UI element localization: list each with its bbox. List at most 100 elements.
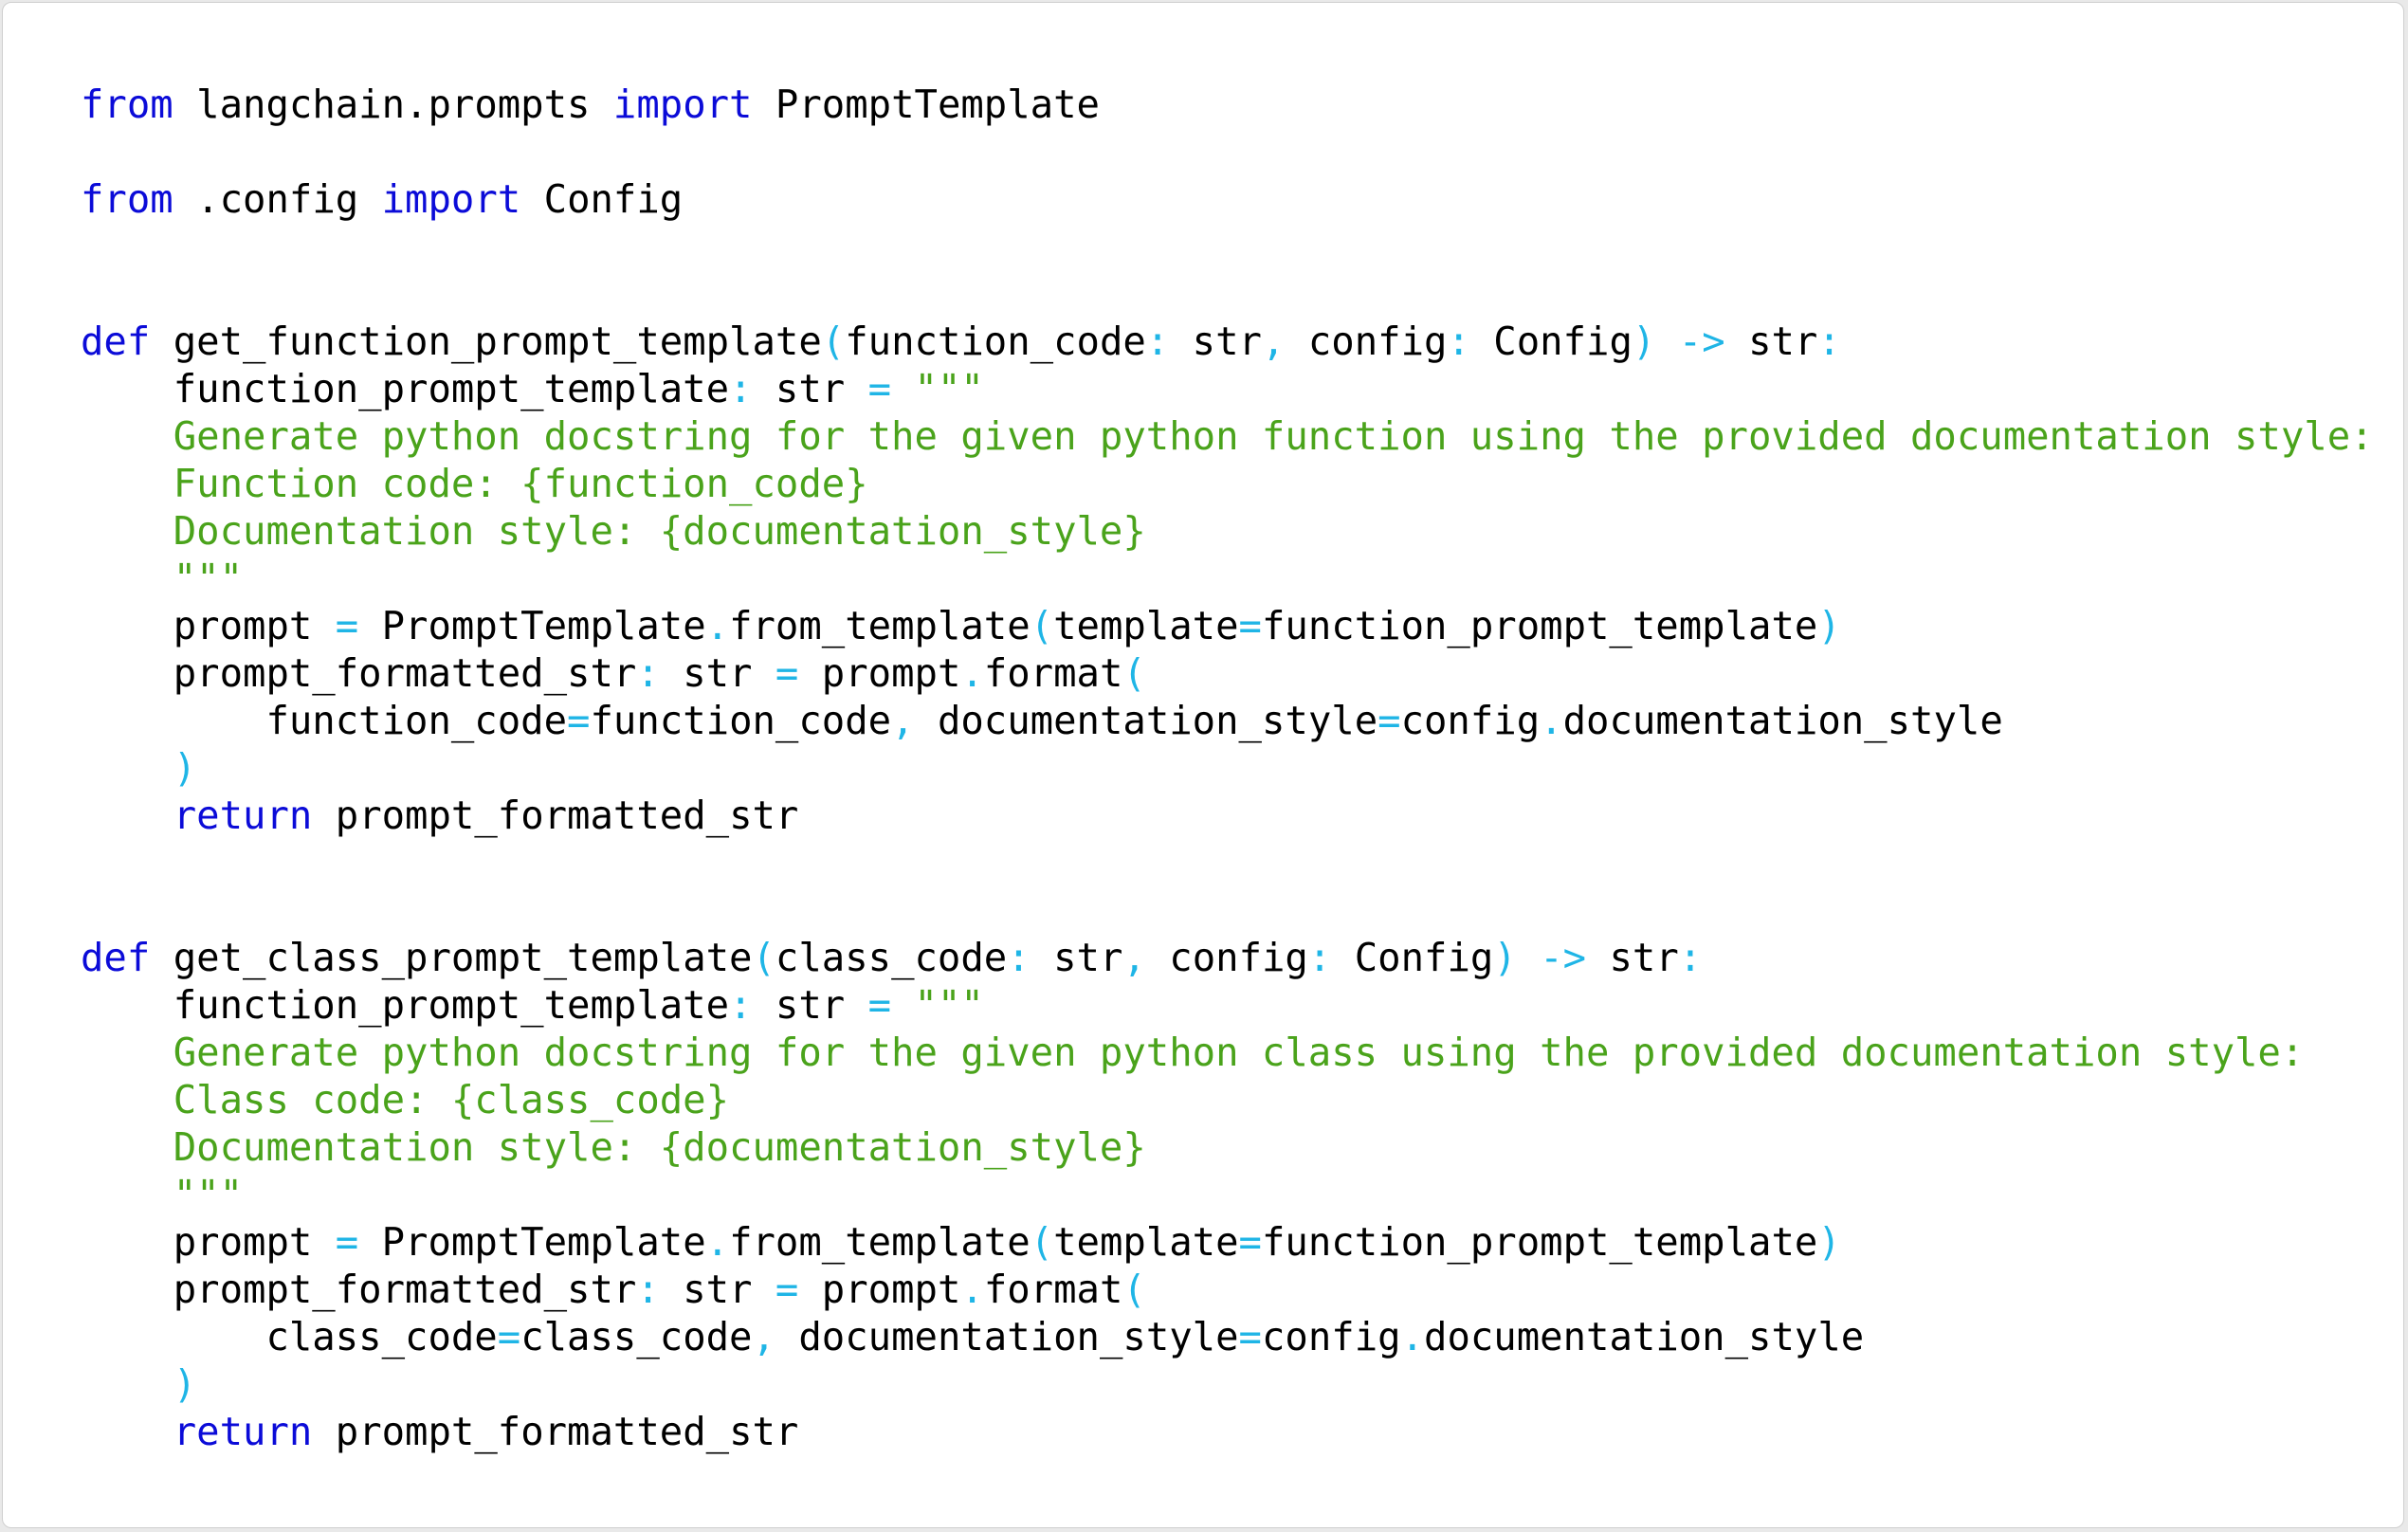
identifier-token: config xyxy=(1285,319,1448,364)
operator-token: , xyxy=(1261,319,1286,364)
code-line: Documentation style: {documentation_styl… xyxy=(81,1123,2374,1171)
string-token: Function code: {function_code} xyxy=(81,461,868,506)
identifier-token xyxy=(81,1409,173,1454)
identifier-token: langchain.prompts xyxy=(173,82,613,127)
code-line: def get_function_prompt_template(functio… xyxy=(81,318,2374,365)
identifier-token: prompt xyxy=(81,603,336,648)
keyword-token: import xyxy=(612,82,753,127)
operator-token: : xyxy=(636,650,660,696)
string-token: Documentation style: {documentation_styl… xyxy=(81,508,1146,554)
string-token: Documentation style: {documentation_styl… xyxy=(81,1124,1146,1170)
string-token: """ xyxy=(81,1172,244,1217)
code-line: Function code: {function_code} xyxy=(81,460,2374,507)
code-line: prompt = PromptTemplate.from_template(te… xyxy=(81,1218,2374,1266)
identifier-token: PromptTemplate xyxy=(752,82,1100,127)
operator-token: = xyxy=(867,366,892,411)
code-line: def get_class_prompt_template(class_code… xyxy=(81,934,2374,981)
operator-token: = xyxy=(1238,1314,1262,1359)
identifier-token: prompt xyxy=(798,1267,961,1312)
operator-token: ) xyxy=(1817,1219,1841,1265)
operator-token: = xyxy=(1377,698,1401,743)
operator-token: = xyxy=(775,650,799,696)
operator-token: , xyxy=(752,1314,775,1359)
operator-token: , xyxy=(891,698,915,743)
operator-token: : xyxy=(1145,319,1170,364)
operator-token: ) xyxy=(1632,319,1656,364)
string-token: Generate python docstring for the given … xyxy=(81,1030,2305,1075)
operator-token: : xyxy=(1007,935,1031,980)
identifier-token: function_prompt_template xyxy=(1261,603,1818,648)
operator-token: . xyxy=(705,603,730,648)
identifier-token: config xyxy=(1145,935,1308,980)
identifier-token: function_code xyxy=(845,319,1146,364)
code-line: ) xyxy=(81,1360,2374,1408)
operator-token: : xyxy=(729,366,753,411)
operator-token: ( xyxy=(821,319,846,364)
code-line: Documentation style: {documentation_styl… xyxy=(81,507,2374,555)
identifier-token: get_class_prompt_template xyxy=(150,935,753,980)
operator-token: ) xyxy=(1493,935,1517,980)
operator-token: = xyxy=(335,603,359,648)
operator-token: : xyxy=(1307,935,1332,980)
code-line: function_prompt_template: str = """ xyxy=(81,365,2374,412)
identifier-token: documentation_style xyxy=(775,1314,1239,1359)
identifier-token: str xyxy=(1030,935,1123,980)
identifier-token: documentation_style xyxy=(1562,698,2003,743)
identifier-token: str xyxy=(752,982,868,1028)
identifier-token: PromptTemplate xyxy=(358,1219,706,1265)
identifier-token: get_function_prompt_template xyxy=(150,319,822,364)
identifier-token: Config xyxy=(1331,935,1494,980)
string-token: Class code: {class_code} xyxy=(81,1077,730,1122)
operator-token: = xyxy=(867,982,892,1028)
identifier-token xyxy=(891,982,914,1028)
code-line: from langchain.prompts import PromptTemp… xyxy=(81,81,2374,128)
code-line: prompt_formatted_str: str = prompt.forma… xyxy=(81,1266,2374,1313)
identifier-token: prompt xyxy=(81,1219,336,1265)
operator-token: ( xyxy=(1030,603,1054,648)
operator-token: : xyxy=(1447,319,1470,364)
operator-token: : xyxy=(636,1267,660,1312)
keyword-token: return xyxy=(173,793,313,838)
identifier-token xyxy=(891,366,914,411)
identifier-token: prompt_formatted_str xyxy=(312,793,799,838)
string-token: """ xyxy=(914,982,984,1028)
operator-token: . xyxy=(960,650,984,696)
identifier-token xyxy=(1517,935,1540,980)
code-line: from .config import Config xyxy=(81,175,2374,223)
identifier-token: PromptTemplate xyxy=(358,603,706,648)
identifier-token: config xyxy=(1261,1314,1401,1359)
identifier-token xyxy=(81,793,173,838)
operator-token: ) xyxy=(81,745,197,791)
identifier-token: class_code xyxy=(520,1314,753,1359)
code-line: return prompt_formatted_str xyxy=(81,1408,2374,1455)
operator-token: : xyxy=(729,982,753,1028)
identifier-token: function_prompt_template xyxy=(81,366,730,411)
identifier-token: template xyxy=(1053,1219,1239,1265)
identifier-token: function_code xyxy=(590,698,892,743)
operator-token: . xyxy=(705,1219,730,1265)
code-line: prompt_formatted_str: str = prompt.forma… xyxy=(81,649,2374,697)
operator-token: = xyxy=(567,698,591,743)
code-snippet-card: from langchain.prompts import PromptTemp… xyxy=(2,2,2404,1528)
code-line: function_code=function_code, documentati… xyxy=(81,697,2374,744)
identifier-token: documentation_style xyxy=(1424,1314,1865,1359)
code-line: Generate python docstring for the given … xyxy=(81,1029,2374,1076)
string-token: """ xyxy=(81,556,244,601)
operator-token: = xyxy=(1238,603,1262,648)
keyword-token: import xyxy=(381,176,521,222)
identifier-token: str xyxy=(659,1267,775,1312)
identifier-token xyxy=(1655,319,1678,364)
operator-token: : xyxy=(1817,319,1841,364)
identifier-token: function_prompt_template xyxy=(1261,1219,1818,1265)
code-line: class_code=class_code, documentation_sty… xyxy=(81,1313,2374,1360)
operator-token: = xyxy=(497,1314,521,1359)
operator-token: . xyxy=(1540,698,1563,743)
operator-token: = xyxy=(1238,1219,1262,1265)
identifier-token: format xyxy=(983,1267,1123,1312)
identifier-token: from_template xyxy=(729,603,1031,648)
identifier-token: function_prompt_template xyxy=(81,982,730,1028)
code-line: Class code: {class_code} xyxy=(81,1076,2374,1123)
identifier-token: str xyxy=(752,366,868,411)
operator-token: ( xyxy=(1122,1267,1146,1312)
